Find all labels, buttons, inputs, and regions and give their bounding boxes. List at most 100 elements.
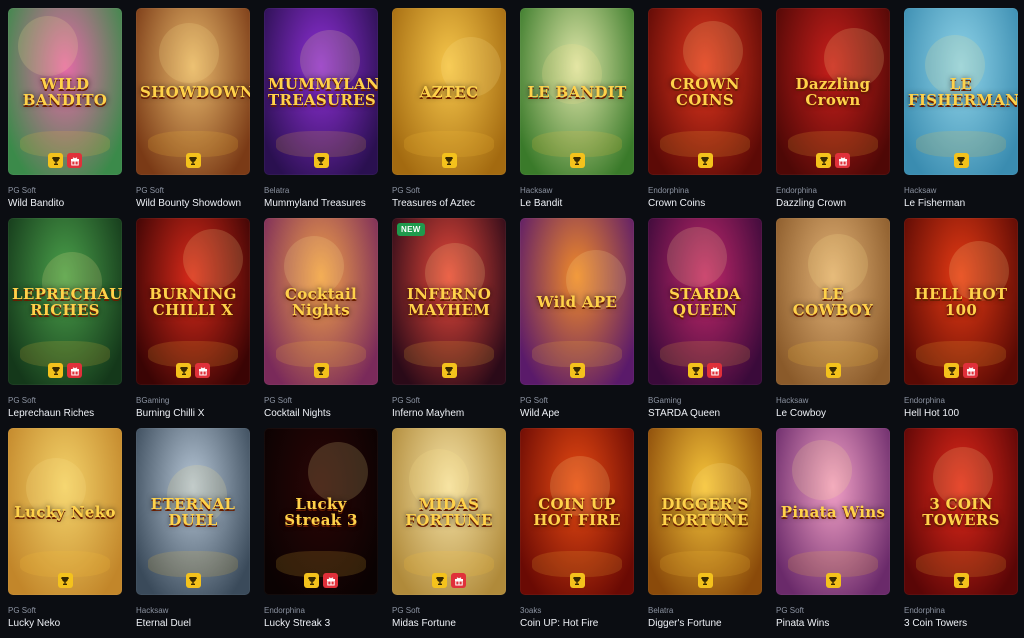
game-title[interactable]: Crown Coins — [648, 197, 762, 210]
game-thumbnail[interactable]: 3 COIN TOWERS — [904, 428, 1018, 595]
game-title[interactable]: Coin UP: Hot Fire — [520, 617, 634, 630]
game-card[interactable]: DIGGER'S FORTUNE Belatra Digger's Fortune — [648, 428, 762, 638]
game-thumbnail[interactable]: WILD BANDITO — [8, 8, 122, 175]
game-logo-text: MUMMYLAND TREASURES — [268, 74, 378, 109]
game-thumbnail[interactable]: HELL HOT 100 — [904, 218, 1018, 385]
game-thumbnail[interactable]: COIN UP HOT FIRE — [520, 428, 634, 595]
game-badges — [904, 363, 1018, 378]
game-card[interactable]: LE COWBOY Hacksaw Le Cowboy — [776, 218, 890, 428]
game-thumbnail[interactable]: MUMMYLAND TREASURES — [264, 8, 378, 175]
game-title[interactable]: Wild Ape — [520, 407, 634, 420]
game-card[interactable]: WILD BANDITO PG Soft Wild Bandito — [8, 8, 122, 218]
game-thumbnail[interactable]: ETERNAL DUEL — [136, 428, 250, 595]
game-thumbnail[interactable]: Cocktail Nights — [264, 218, 378, 385]
game-badges — [648, 153, 762, 168]
game-title[interactable]: Pinata Wins — [776, 617, 890, 630]
trophy-icon — [569, 153, 585, 168]
game-title[interactable]: Inferno Mayhem — [392, 407, 506, 420]
game-title[interactable]: Le Cowboy — [776, 407, 890, 420]
game-title[interactable]: Eternal Duel — [136, 617, 250, 630]
game-logo-text: INFERNO MAYHEM — [406, 284, 492, 319]
gift-icon — [67, 363, 82, 378]
game-thumbnail[interactable]: Lucky Neko — [8, 428, 122, 595]
game-title[interactable]: Digger's Fortune — [648, 617, 762, 630]
game-thumbnail[interactable]: Wild APE — [520, 218, 634, 385]
game-title[interactable]: Le Fisherman — [904, 197, 1018, 210]
game-badges — [392, 573, 506, 588]
game-thumbnail[interactable]: LEPRECHAUN RICHES — [8, 218, 122, 385]
game-thumbnail[interactable]: Pinata Wins — [776, 428, 890, 595]
game-thumbnail[interactable]: BURNING CHILLI X — [136, 218, 250, 385]
game-thumbnail[interactable]: AZTEC — [392, 8, 506, 175]
game-logo-text: LE FISHERMAN — [908, 74, 1018, 109]
game-provider: Belatra — [648, 606, 674, 615]
game-title[interactable]: 3 Coin Towers — [904, 617, 1018, 630]
game-thumbnail[interactable]: LE FISHERMAN — [904, 8, 1018, 175]
game-card[interactable]: LE BANDIT Hacksaw Le Bandit — [520, 8, 634, 218]
game-title[interactable]: Le Bandit — [520, 197, 634, 210]
game-thumbnail[interactable]: Dazzling Crown — [776, 8, 890, 175]
game-provider: Endorphina — [648, 186, 689, 195]
game-card[interactable]: SHOWDOWN PG Soft Wild Bounty Showdown — [136, 8, 250, 218]
game-thumbnail[interactable]: LE COWBOY — [776, 218, 890, 385]
game-provider: Endorphina — [776, 186, 817, 195]
game-provider: 3oaks — [520, 606, 542, 615]
game-card[interactable]: 3 COIN TOWERS Endorphina 3 Coin Towers — [904, 428, 1018, 638]
game-title[interactable]: Leprechaun Riches — [8, 407, 122, 420]
game-card[interactable]: Cocktail Nights PG Soft Cocktail Nights — [264, 218, 378, 428]
game-card[interactable]: MIDAS FORTUNE PG Soft Midas Fortune — [392, 428, 506, 638]
game-title[interactable]: Midas Fortune — [392, 617, 506, 630]
game-thumbnail[interactable]: CROWN COINS — [648, 8, 762, 175]
game-thumbnail[interactable]: Lucky Streak 3 — [264, 428, 378, 595]
game-badges — [776, 153, 890, 168]
trophy-icon — [569, 363, 585, 378]
game-title[interactable]: Lucky Neko — [8, 617, 122, 630]
game-thumbnail[interactable]: LE BANDIT — [520, 8, 634, 175]
game-thumbnail[interactable]: DIGGER'S FORTUNE — [648, 428, 762, 595]
game-title[interactable]: Wild Bandito — [8, 197, 122, 210]
game-title[interactable]: Cocktail Nights — [264, 407, 378, 420]
game-card[interactable]: LE FISHERMAN Hacksaw Le Fisherman — [904, 8, 1018, 218]
game-title[interactable]: Treasures of Aztec — [392, 197, 506, 210]
game-provider: BGaming — [648, 396, 682, 405]
game-thumbnail[interactable]: MIDAS FORTUNE — [392, 428, 506, 595]
game-provider: PG Soft — [136, 186, 165, 195]
game-title[interactable]: Wild Bounty Showdown — [136, 197, 250, 210]
game-card[interactable]: INFERNO MAYHEM NEW PG Soft Inferno Mayhem — [392, 218, 506, 428]
game-card[interactable]: Wild APE PG Soft Wild Ape — [520, 218, 634, 428]
game-logo-text: Pinata Wins — [780, 502, 886, 521]
game-card[interactable]: CROWN COINS Endorphina Crown Coins — [648, 8, 762, 218]
game-card[interactable]: MUMMYLAND TREASURES Belatra Mummyland Trea… — [264, 8, 378, 218]
gift-icon — [195, 363, 210, 378]
game-title[interactable]: STARDA Queen — [648, 407, 762, 420]
game-title[interactable]: Mummyland Treasures — [264, 197, 378, 210]
game-title[interactable]: Hell Hot 100 — [904, 407, 1018, 420]
game-card[interactable]: Lucky Streak 3 Endorphina Lucky Streak 3 — [264, 428, 378, 638]
game-card[interactable]: LEPRECHAUN RICHES PG Soft Leprechaun Riche… — [8, 218, 122, 428]
game-card[interactable]: COIN UP HOT FIRE 3oaks Coin UP: Hot Fire — [520, 428, 634, 638]
artwork-glow — [183, 229, 243, 289]
game-thumbnail[interactable]: INFERNO MAYHEM NEW — [392, 218, 506, 385]
game-logo-text: COIN UP HOT FIRE — [533, 494, 621, 529]
trophy-icon — [825, 573, 841, 588]
gift-icon — [963, 363, 978, 378]
game-card[interactable]: AZTEC PG Soft Treasures of Aztec — [392, 8, 506, 218]
game-title[interactable]: Burning Chilli X — [136, 407, 250, 420]
game-thumbnail[interactable]: SHOWDOWN — [136, 8, 250, 175]
game-card[interactable]: Pinata Wins PG Soft Pinata Wins — [776, 428, 890, 638]
game-grid: WILD BANDITO PG Soft Wild Bandito SHOWDOWN P… — [8, 8, 1018, 638]
game-card[interactable]: STARDA QUEEN BGaming STARDA Queen — [648, 218, 762, 428]
game-title[interactable]: Dazzling Crown — [776, 197, 890, 210]
game-badges — [264, 363, 378, 378]
game-thumbnail[interactable]: STARDA QUEEN — [648, 218, 762, 385]
game-card[interactable]: ETERNAL DUEL Hacksaw Eternal Duel — [136, 428, 250, 638]
game-logo-text: Lucky Neko — [14, 502, 116, 521]
game-card[interactable]: Lucky Neko PG Soft Lucky Neko — [8, 428, 122, 638]
game-title[interactable]: Lucky Streak 3 — [264, 617, 378, 630]
game-badges — [8, 573, 122, 588]
game-card[interactable]: HELL HOT 100 Endorphina Hell Hot 100 — [904, 218, 1018, 428]
trophy-icon — [304, 573, 319, 588]
game-card[interactable]: BURNING CHILLI X BGaming Burning Chilli X — [136, 218, 250, 428]
game-logo-text: LE COWBOY — [792, 284, 874, 319]
game-card[interactable]: Dazzling Crown Endorphina Dazzling Crown — [776, 8, 890, 218]
